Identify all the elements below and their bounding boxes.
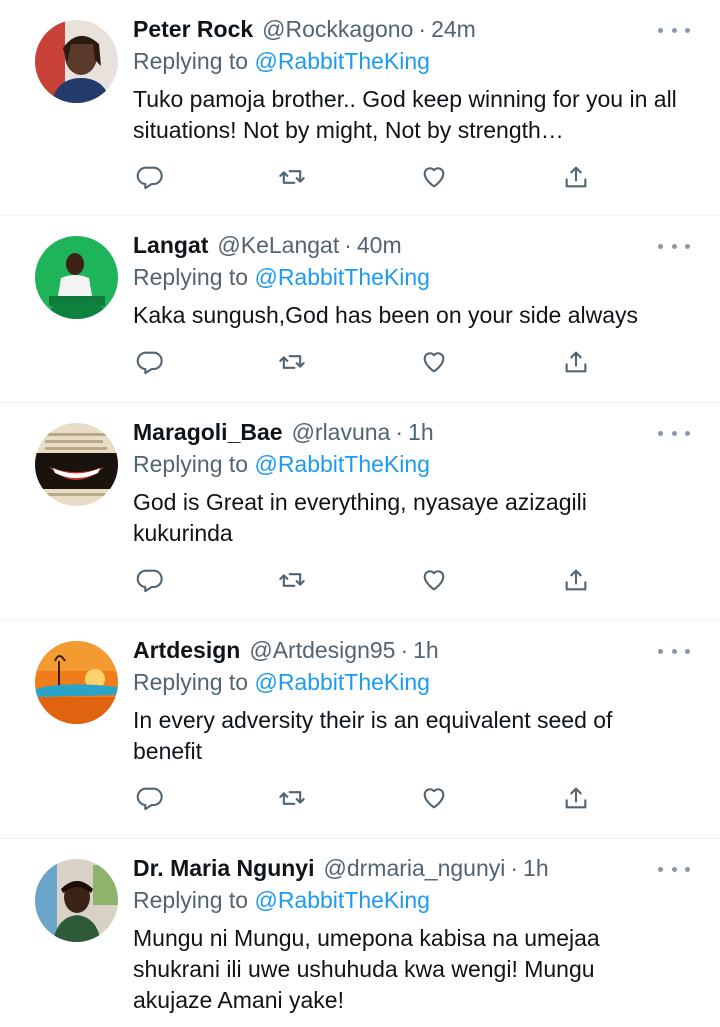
timestamp[interactable]: 40m: [357, 230, 402, 261]
avatar-image: [35, 641, 118, 724]
retweet-button[interactable]: [275, 563, 309, 597]
mention-link[interactable]: @RabbitTheKing: [254, 451, 430, 477]
author-name[interactable]: Maragoli_Bae: [133, 417, 283, 448]
author-handle[interactable]: @rlavuna: [292, 417, 391, 448]
reply-button[interactable]: [133, 345, 167, 379]
author-name[interactable]: Artdesign: [133, 635, 240, 666]
share-button[interactable]: [559, 345, 593, 379]
author-name[interactable]: Peter Rock: [133, 14, 253, 45]
retweet-button[interactable]: [275, 781, 309, 815]
reply-icon: [136, 569, 163, 593]
reply-icon: [136, 351, 163, 375]
tweet[interactable]: Maragoli_Bae @rlavuna · 1h Replying to @…: [0, 403, 720, 621]
avatar[interactable]: [35, 641, 118, 724]
tweet-text: Kaka sungush,God has been on your side a…: [133, 302, 639, 328]
share-button[interactable]: [559, 563, 593, 597]
like-button[interactable]: [417, 563, 451, 597]
replying-to: Replying to @RabbitTheKing: [133, 884, 690, 917]
tweet-text: Mungu ni Mungu, umepona kabisa na umejaa…: [133, 925, 600, 1013]
replying-prefix: Replying to: [133, 48, 249, 74]
more-icon[interactable]: [658, 20, 690, 40]
avatar-image: [35, 423, 118, 506]
share-icon: [565, 166, 587, 188]
heart-icon: [423, 788, 445, 809]
timestamp[interactable]: 24m: [431, 14, 476, 45]
mention-link[interactable]: @RabbitTheKing: [254, 887, 430, 913]
retweet-button[interactable]: [275, 160, 309, 194]
share-icon: [565, 787, 587, 809]
reply-button[interactable]: [133, 160, 167, 194]
separator-dot: ·: [510, 855, 519, 881]
like-button[interactable]: [417, 160, 451, 194]
separator-dot: ·: [418, 16, 427, 42]
tweet-text: Tuko pamoja brother.. God keep winning f…: [133, 86, 677, 143]
timestamp[interactable]: 1h: [523, 853, 549, 884]
mention-link[interactable]: @RabbitTheKing: [254, 264, 430, 290]
reply-icon: [136, 787, 163, 811]
mention-link[interactable]: @RabbitTheKing: [254, 48, 430, 74]
more-icon[interactable]: [658, 423, 690, 443]
author-handle[interactable]: @drmaria_ngunyi: [323, 853, 505, 884]
author-handle[interactable]: @Rockkagono: [262, 14, 413, 45]
heart-icon: [423, 352, 445, 373]
avatar[interactable]: [35, 20, 118, 103]
tweet-text: In every adversity their is an equivalen…: [133, 707, 613, 764]
replying-to: Replying to @RabbitTheKing: [133, 45, 690, 78]
action-bar: [133, 781, 593, 815]
tweet[interactable]: Dr. Maria Ngunyi @drmaria_ngunyi · 1h Re…: [0, 839, 720, 1027]
tweet[interactable]: Peter Rock @Rockkagono · 24m Replying to…: [0, 0, 720, 216]
share-button[interactable]: [559, 781, 593, 815]
action-bar: [133, 563, 593, 597]
share-icon: [565, 569, 587, 591]
replying-to: Replying to @RabbitTheKing: [133, 261, 690, 294]
more-icon[interactable]: [658, 859, 690, 879]
avatar-image: [35, 20, 118, 103]
author-name[interactable]: Langat: [133, 230, 208, 261]
replying-to: Replying to @RabbitTheKing: [133, 666, 690, 699]
author-handle[interactable]: @Artdesign95: [249, 635, 395, 666]
avatar[interactable]: [35, 859, 118, 942]
timestamp[interactable]: 1h: [413, 635, 439, 666]
retweet-icon: [279, 573, 305, 587]
avatar[interactable]: [35, 236, 118, 319]
avatar[interactable]: [35, 423, 118, 506]
avatar-image: [35, 236, 118, 319]
tweet-text: God is Great in everything, nyasaye aziz…: [133, 489, 587, 546]
tweet[interactable]: Artdesign @Artdesign95 · 1h Replying to …: [0, 621, 720, 839]
reply-icon: [136, 166, 163, 190]
action-bar: [133, 345, 593, 379]
separator-dot: ·: [400, 637, 409, 663]
heart-icon: [423, 570, 445, 591]
replying-to: Replying to @RabbitTheKing: [133, 448, 690, 481]
tweet[interactable]: Langat @KeLangat · 40m Replying to @Rabb…: [0, 216, 720, 403]
reply-button[interactable]: [133, 781, 167, 815]
author-name[interactable]: Dr. Maria Ngunyi: [133, 853, 314, 884]
more-icon[interactable]: [658, 641, 690, 661]
reply-feed: Peter Rock @Rockkagono · 24m Replying to…: [0, 0, 720, 1027]
retweet-icon: [279, 355, 305, 369]
retweet-icon: [279, 170, 305, 184]
author-handle[interactable]: @KeLangat: [217, 230, 339, 261]
replying-prefix: Replying to: [133, 669, 249, 695]
more-icon[interactable]: [658, 236, 690, 256]
heart-icon: [423, 167, 445, 188]
mention-link[interactable]: @RabbitTheKing: [254, 669, 430, 695]
separator-dot: ·: [344, 232, 352, 258]
retweet-icon: [279, 791, 305, 805]
reply-button[interactable]: [133, 563, 167, 597]
replying-prefix: Replying to: [133, 264, 249, 290]
retweet-button[interactable]: [275, 345, 309, 379]
action-bar: [133, 160, 593, 194]
share-icon: [565, 351, 587, 373]
timestamp[interactable]: 1h: [408, 417, 434, 448]
share-button[interactable]: [559, 160, 593, 194]
avatar-image: [35, 859, 118, 942]
replying-prefix: Replying to: [133, 451, 249, 477]
like-button[interactable]: [417, 781, 451, 815]
separator-dot: ·: [395, 419, 404, 445]
replying-prefix: Replying to: [133, 887, 249, 913]
like-button[interactable]: [417, 345, 451, 379]
